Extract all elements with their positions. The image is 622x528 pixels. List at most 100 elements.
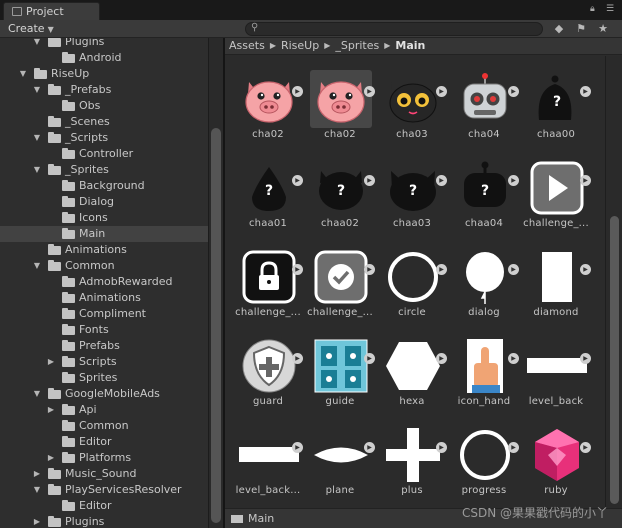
tree-item-label: Sprites bbox=[79, 371, 118, 384]
tree-item[interactable]: Editor bbox=[0, 434, 208, 450]
asset-item[interactable]: ▶ progress bbox=[441, 414, 519, 502]
tree-item[interactable]: ▼ _Sprites bbox=[0, 162, 208, 178]
tree-item[interactable]: Dialog bbox=[0, 194, 208, 210]
tree-item[interactable]: ▶ Scripts bbox=[0, 354, 208, 370]
tree-item[interactable]: Sprites bbox=[0, 370, 208, 386]
tree-item[interactable]: Icons bbox=[0, 210, 208, 226]
tree-item[interactable]: Animations bbox=[0, 290, 208, 306]
tree-item[interactable]: ▼ _Scripts bbox=[0, 130, 208, 146]
tree-item[interactable]: Prefabs bbox=[0, 338, 208, 354]
asset-item[interactable]: ▶ plane bbox=[297, 414, 375, 502]
asset-item[interactable]: ▶ cha04 bbox=[441, 58, 519, 146]
tree-item[interactable]: ▼ Plugins bbox=[0, 38, 208, 50]
asset-item[interactable]: ? ▶ chaa03 bbox=[369, 147, 447, 235]
chevron-right-icon[interactable]: ▶ bbox=[46, 450, 56, 466]
asset-item[interactable]: ▶ challenge_... bbox=[513, 147, 591, 235]
tree-item[interactable]: Android bbox=[0, 50, 208, 66]
chevron-right-icon[interactable]: ▶ bbox=[46, 402, 56, 418]
asset-item[interactable]: ▶ icon_hand bbox=[441, 325, 519, 413]
asset-item[interactable]: ▶ level_back... bbox=[225, 414, 303, 502]
asset-item[interactable]: ▶ cha02 bbox=[297, 58, 375, 146]
tree-item[interactable]: ▼ GoogleMobileAds bbox=[0, 386, 208, 402]
chevron-down-icon[interactable]: ▼ bbox=[18, 66, 28, 82]
create-dropdown[interactable]: Create ▼ bbox=[8, 22, 54, 36]
tree-scrollbar-thumb[interactable] bbox=[211, 128, 221, 523]
breadcrumb: Assets ▶ RiseUp ▶ _Sprites ▶ Main bbox=[225, 38, 622, 55]
circle-ring-icon bbox=[382, 248, 444, 306]
chevron-down-icon[interactable]: ▼ bbox=[32, 82, 42, 98]
asset-item[interactable]: ? ▶ chaa04 bbox=[441, 147, 519, 235]
white-rectangle-icon bbox=[526, 248, 588, 306]
tree-item[interactable]: ▶ Platforms bbox=[0, 450, 208, 466]
asset-item[interactable]: ▶ guide bbox=[297, 325, 375, 413]
scene-filter-icon[interactable]: ◆ bbox=[551, 22, 567, 36]
project-tab[interactable]: Project bbox=[3, 2, 100, 20]
tree-item[interactable]: _Scenes bbox=[0, 114, 208, 130]
chevron-down-icon[interactable]: ▼ bbox=[32, 386, 42, 402]
asset-item[interactable]: ▶ cha02 bbox=[225, 58, 303, 146]
asset-item[interactable]: ▶ challenge_... bbox=[297, 236, 375, 324]
tree-item[interactable]: Compliment bbox=[0, 306, 208, 322]
menu-icon[interactable]: ☰ bbox=[606, 4, 614, 14]
chevron-down-icon[interactable]: ▼ bbox=[32, 130, 42, 146]
chevron-down-icon[interactable]: ▼ bbox=[32, 258, 42, 274]
asset-item[interactable]: ▶ level_back bbox=[513, 325, 591, 413]
asset-item[interactable]: ▶ cha03 bbox=[369, 58, 447, 146]
asset-item[interactable]: ▶ plus bbox=[369, 414, 447, 502]
expand-subassets-icon[interactable]: ▶ bbox=[580, 86, 591, 97]
tree-scrollbar[interactable] bbox=[208, 38, 223, 528]
robot-face-icon bbox=[454, 70, 516, 128]
tree-item[interactable]: Controller bbox=[0, 146, 208, 162]
asset-item[interactable]: ▶ ruby bbox=[513, 414, 591, 502]
expand-subassets-icon[interactable]: ▶ bbox=[580, 175, 591, 186]
asset-item[interactable]: ? ▶ chaa02 bbox=[297, 147, 375, 235]
favorites-star-icon[interactable]: ★ bbox=[595, 22, 611, 36]
asset-item[interactable]: ? ▶ chaa01 bbox=[225, 147, 303, 235]
asset-label: challenge_... bbox=[523, 218, 589, 229]
tree-item[interactable]: ▶ Api bbox=[0, 402, 208, 418]
asset-item[interactable]: ? ▶ chaa00 bbox=[513, 58, 591, 146]
tree-item[interactable]: Editor bbox=[0, 498, 208, 514]
chevron-down-icon[interactable]: ▼ bbox=[32, 38, 42, 50]
tree-item[interactable]: Common bbox=[0, 418, 208, 434]
expand-subassets-icon[interactable]: ▶ bbox=[580, 353, 591, 364]
asset-label: progress bbox=[461, 485, 507, 496]
tree-item[interactable]: ▼ PlayServicesResolver bbox=[0, 482, 208, 498]
asset-item[interactable]: ▶ hexa bbox=[369, 325, 447, 413]
search-input[interactable]: ⚲ bbox=[245, 22, 543, 36]
asset-item[interactable]: ▶ dialog bbox=[441, 236, 519, 324]
label-tag-icon[interactable]: ⚑ bbox=[573, 22, 589, 36]
asset-item[interactable]: ▶ challenge_... bbox=[225, 236, 303, 324]
tree-item[interactable]: ▶ Music_Sound bbox=[0, 466, 208, 482]
chevron-right-icon[interactable]: ▶ bbox=[32, 514, 42, 528]
expand-subassets-icon[interactable]: ▶ bbox=[580, 264, 591, 275]
chevron-down-icon[interactable]: ▼ bbox=[32, 482, 42, 498]
chevron-right-icon[interactable]: ▶ bbox=[46, 354, 56, 370]
tree-item[interactable]: Main bbox=[0, 226, 208, 242]
asset-scrollbar[interactable] bbox=[605, 56, 622, 508]
breadcrumb-main[interactable]: Main bbox=[395, 39, 425, 52]
tree-item[interactable]: ▶ Plugins bbox=[0, 514, 208, 528]
asset-label: cha02 bbox=[252, 129, 284, 140]
asset-scrollbar-thumb[interactable] bbox=[610, 216, 619, 504]
lock-icon[interactable]: 🔒︎ bbox=[590, 4, 595, 14]
tree-item-label: Dialog bbox=[79, 195, 115, 208]
asset-item[interactable]: ▶ guard bbox=[225, 325, 303, 413]
tree-item[interactable]: Fonts bbox=[0, 322, 208, 338]
breadcrumb-sprites[interactable]: _Sprites bbox=[335, 39, 379, 52]
lens-shape-icon bbox=[310, 426, 372, 484]
tree-item[interactable]: ▼ Common bbox=[0, 258, 208, 274]
tree-item[interactable]: AdmobRewarded bbox=[0, 274, 208, 290]
asset-item[interactable]: ▶ circle bbox=[369, 236, 447, 324]
breadcrumb-riseup[interactable]: RiseUp bbox=[281, 39, 319, 52]
tree-item[interactable]: Obs bbox=[0, 98, 208, 114]
tree-item[interactable]: ▼ RiseUp bbox=[0, 66, 208, 82]
asset-item[interactable]: ▶ diamond bbox=[513, 236, 591, 324]
tree-item[interactable]: Background bbox=[0, 178, 208, 194]
chevron-down-icon[interactable]: ▼ bbox=[32, 162, 42, 178]
breadcrumb-assets[interactable]: Assets bbox=[229, 39, 265, 52]
tree-item[interactable]: ▼ _Prefabs bbox=[0, 82, 208, 98]
expand-subassets-icon[interactable]: ▶ bbox=[580, 442, 591, 453]
tree-item[interactable]: Animations bbox=[0, 242, 208, 258]
chevron-right-icon[interactable]: ▶ bbox=[32, 466, 42, 482]
